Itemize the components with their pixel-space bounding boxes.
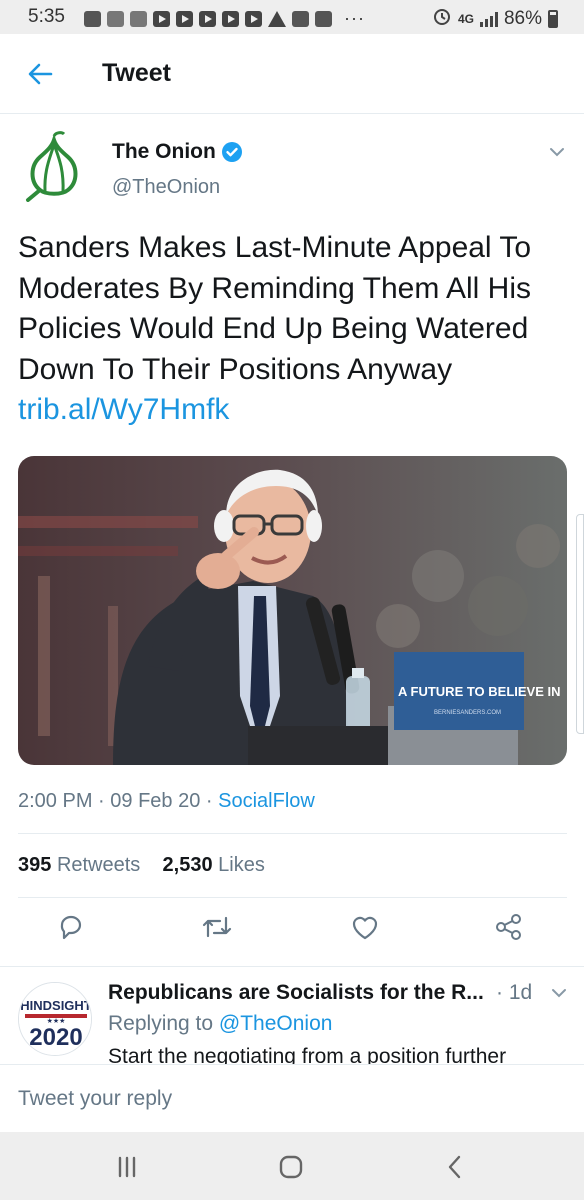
- news-icon: [107, 10, 124, 27]
- warning-icon: [268, 10, 286, 27]
- likes-stat[interactable]: 2,530 Likes: [163, 854, 265, 876]
- back-chevron-icon: [448, 1155, 461, 1179]
- reply-body-container: Start the negotiating from a position fu…: [108, 1044, 568, 1064]
- divider: [18, 833, 567, 834]
- replying-to-handle[interactable]: @TheOnion: [219, 1012, 333, 1035]
- cnn-icon: [292, 10, 309, 27]
- youtube-icon: [199, 10, 216, 27]
- reply-button[interactable]: [56, 912, 90, 946]
- youtube-icon: [222, 10, 239, 27]
- tweet-meta: 2:00 PM · 09 Feb 20 · SocialFlow: [18, 790, 315, 813]
- share-button[interactable]: [494, 912, 528, 946]
- bag-icon: [315, 10, 332, 27]
- author-avatar[interactable]: [18, 130, 90, 202]
- recent-apps-icon: [118, 1156, 136, 1178]
- likes-label: Likes: [218, 854, 265, 876]
- battery-percent: 86%: [503, 8, 542, 29]
- reply-time: · 1d: [496, 981, 533, 1004]
- avatar-text-bottom: 2020: [29, 1024, 82, 1051]
- youtube-icon: [153, 10, 170, 27]
- gamepad-icon: [84, 10, 101, 27]
- reply-icon: [60, 915, 82, 940]
- tweet-date: 09 Feb 20: [110, 790, 201, 812]
- more-notifications-icon: ···: [344, 8, 365, 28]
- like-button[interactable]: [350, 912, 384, 946]
- author-handle[interactable]: @TheOnion: [112, 176, 220, 199]
- retweets-count: 395: [18, 854, 52, 876]
- heart-icon: [352, 916, 378, 940]
- retweet-button[interactable]: [200, 912, 234, 946]
- home-icon: [279, 1155, 303, 1179]
- divider: [0, 966, 584, 967]
- divider: [18, 897, 567, 898]
- back-button[interactable]: [24, 58, 56, 90]
- likes-count: 2,530: [162, 854, 213, 876]
- hindsight-2020-avatar: HINDSIGHT ★★★ 2020: [19, 983, 92, 1055]
- speech-photo: A FUTURE TO BELIEVE IN BERNIESANDERS.COM: [18, 456, 567, 765]
- status-bar: 5:35 ··· 4G 86%: [0, 0, 584, 34]
- back-arrow-icon: [28, 63, 53, 85]
- share-icon: [496, 914, 521, 940]
- recent-apps-button[interactable]: [112, 1152, 142, 1182]
- tweet-actions: [0, 912, 584, 952]
- home-button[interactable]: [276, 1152, 306, 1182]
- reply-body: Start the negotiating from a position fu…: [108, 1045, 507, 1064]
- scrollbar-thumb[interactable]: [576, 514, 584, 734]
- system-nav-bar: [0, 1132, 584, 1200]
- alarm-icon: [432, 6, 452, 32]
- tweet-menu-chevron-icon[interactable]: [548, 143, 566, 161]
- youtube-icon: [176, 10, 193, 27]
- signal-icon: [479, 11, 498, 27]
- reply-composer[interactable]: Tweet your reply: [0, 1064, 584, 1132]
- replying-to-label: Replying to: [108, 1012, 214, 1035]
- reply-avatar[interactable]: HINDSIGHT ★★★ 2020: [18, 982, 92, 1056]
- tweet-body: Sanders Makes Last-Minute Appeal To Mode…: [18, 231, 532, 386]
- verified-badge-icon: [221, 141, 243, 163]
- tweet-image[interactable]: A FUTURE TO BELIEVE IN BERNIESANDERS.COM: [18, 456, 567, 765]
- onion-logo-icon: [26, 131, 78, 202]
- reply-menu-chevron-icon[interactable]: [550, 984, 568, 1002]
- retweet-icon: [202, 916, 232, 938]
- tweet-time: 2:00 PM: [18, 790, 93, 812]
- tweet-stats: 395 Retweets 2,530 Likes: [18, 854, 265, 877]
- status-right: 4G 86%: [432, 6, 558, 32]
- retweets-label: Retweets: [56, 854, 141, 876]
- author-name[interactable]: The Onion: [112, 140, 216, 164]
- reply-time-value: 1d: [508, 981, 533, 1004]
- app-icon: [130, 10, 147, 27]
- network-type: 4G: [457, 11, 474, 26]
- tweet-link[interactable]: trib.al/Wy7Hmfk: [18, 393, 229, 426]
- system-back-button[interactable]: [440, 1152, 470, 1182]
- app-header: Tweet: [0, 34, 584, 114]
- reply-author-name[interactable]: Republicans are Socialists for the R...: [108, 981, 494, 1005]
- sign-text: A FUTURE TO BELIEVE IN: [398, 684, 561, 699]
- battery-icon: [548, 10, 558, 28]
- sign-subtext: BERNIESANDERS.COM: [434, 710, 501, 716]
- tweet-source-link[interactable]: SocialFlow: [218, 790, 315, 812]
- reply-input[interactable]: Tweet your reply: [18, 1087, 172, 1111]
- retweets-stat[interactable]: 395 Retweets: [18, 854, 140, 876]
- tweet-text: Sanders Makes Last-Minute Appeal To Mode…: [18, 228, 566, 431]
- avatar-text-top: HINDSIGHT: [20, 998, 92, 1013]
- status-time: 5:35: [28, 6, 65, 27]
- notification-icons: ···: [84, 8, 365, 29]
- meta-separator: ·: [92, 790, 111, 812]
- meta-separator: ·: [200, 790, 219, 812]
- page-title: Tweet: [102, 59, 171, 87]
- youtube-icon: [245, 10, 262, 27]
- replying-to: Replying to @TheOnion: [108, 1012, 332, 1036]
